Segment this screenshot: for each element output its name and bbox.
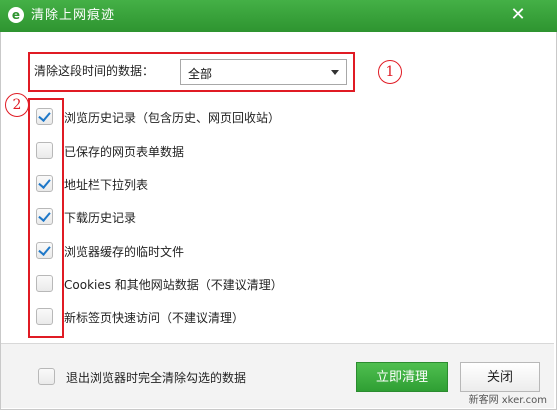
annotation-box-time-range xyxy=(28,52,355,92)
watermark: 新客网 xker.com xyxy=(468,395,547,406)
option-label: 浏览器缓存的临时文件 xyxy=(64,245,185,259)
exit-clear-label: 退出浏览器时完全清除勾选的数据 xyxy=(66,371,247,385)
option-label: 下载历史记录 xyxy=(64,211,137,225)
option-label: 浏览历史记录（包含历史、网页回收站） xyxy=(64,111,281,125)
checkbox[interactable] xyxy=(36,208,53,225)
title-bar: e 清除上网痕迹 ✕ xyxy=(0,0,557,32)
window-title: 清除上网痕迹 xyxy=(31,8,116,23)
checkbox[interactable] xyxy=(36,242,53,259)
browser-logo-icon: e xyxy=(8,7,24,23)
option-label: 已保存的网页表单数据 xyxy=(64,145,185,159)
checkbox[interactable] xyxy=(36,308,53,325)
option-label: Cookies 和其他网站数据（不建议清理） xyxy=(64,278,283,292)
checkbox[interactable] xyxy=(36,175,53,192)
close-icon[interactable]: ✕ xyxy=(507,4,529,26)
exit-clear-checkbox[interactable] xyxy=(38,368,55,385)
option-label: 地址栏下拉列表 xyxy=(64,178,149,192)
annotation-marker-2: 2 xyxy=(5,93,29,117)
annotation-marker-1: 1 xyxy=(378,60,402,84)
checkbox[interactable] xyxy=(36,142,53,159)
clear-now-button[interactable]: 立即清理 xyxy=(356,362,448,392)
option-label: 新标签页快速访问（不建议清理） xyxy=(64,311,245,325)
checkbox[interactable] xyxy=(36,108,53,125)
checkbox[interactable] xyxy=(36,275,53,292)
close-button[interactable]: 关闭 xyxy=(460,362,540,392)
